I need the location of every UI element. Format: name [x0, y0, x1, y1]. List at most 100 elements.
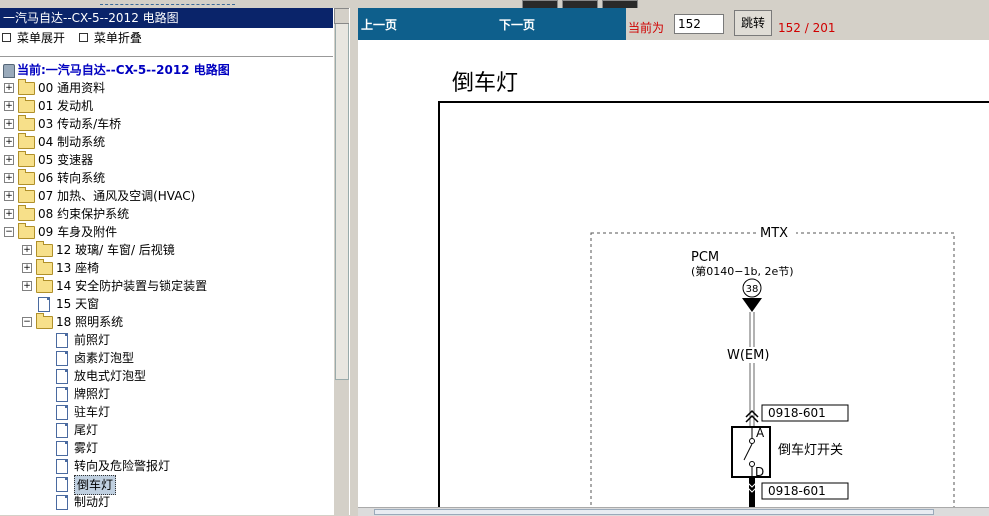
- tree-item-label: 放电式灯泡型: [74, 369, 147, 383]
- tree-page-item[interactable]: 牌照灯: [0, 385, 330, 403]
- tree-page-item[interactable]: 雾灯: [0, 439, 330, 457]
- top-strip: [0, 0, 989, 9]
- tree-folder-item[interactable]: +08 约束保护系统: [0, 205, 330, 223]
- folder-icon: [18, 97, 35, 113]
- horizontal-scroll-thumb[interactable]: [374, 509, 934, 515]
- folder-icon: [18, 115, 35, 131]
- tree-item-label: 00 通用资料: [38, 81, 106, 95]
- tree-folder-item[interactable]: +05 变速器: [0, 151, 330, 169]
- tree-page-item[interactable]: 放电式灯泡型: [0, 367, 330, 385]
- tree-folder-item[interactable]: +13 座椅: [0, 259, 330, 277]
- menu-expand[interactable]: 菜单展开: [2, 31, 65, 45]
- tree-page-item[interactable]: 转向及危险警报灯: [0, 457, 330, 475]
- tree-folder-item[interactable]: +04 制动系统: [0, 133, 330, 151]
- tree-toggle-icon[interactable]: +: [4, 173, 14, 183]
- tree-toggle-icon[interactable]: +: [4, 83, 14, 93]
- tree-folder-item[interactable]: +03 传动系/车桥: [0, 115, 330, 133]
- tree-page-item[interactable]: 尾灯: [0, 421, 330, 439]
- top-link-line: [100, 4, 235, 6]
- document-icon: [56, 459, 68, 474]
- tree-toggle-icon[interactable]: +: [22, 281, 32, 291]
- tree-toggle-icon[interactable]: +: [4, 101, 14, 111]
- tree-folder-item[interactable]: +07 加热、通风及空调(HVAC): [0, 187, 330, 205]
- tree-item-label: 08 约束保护系统: [38, 207, 130, 221]
- left-scroll-thumb[interactable]: [335, 18, 349, 380]
- page-number-input[interactable]: 152: [674, 14, 724, 34]
- tree-page-item[interactable]: 卤素灯泡型: [0, 349, 330, 367]
- menu-collapse[interactable]: 菜单折叠: [78, 31, 142, 45]
- tree-toggle-icon[interactable]: +: [22, 263, 32, 273]
- tree-item-label: 07 加热、通风及空调(HVAC): [38, 189, 196, 203]
- scroll-up-arrow-icon[interactable]: [334, 8, 350, 24]
- connector-code-2: 0918-601: [768, 484, 826, 498]
- tree-folder-item[interactable]: − 09 车身及附件: [0, 223, 330, 241]
- pin-arrow: [742, 298, 762, 312]
- switch-contact-a: [749, 438, 755, 444]
- folder-icon: [18, 79, 35, 95]
- current-page-label: 当前为: [628, 21, 665, 35]
- tree-folder-item[interactable]: +14 安全防护装置与锁定装置: [0, 277, 330, 295]
- tree-folder-item[interactable]: +12 玻璃/ 车窗/ 后视镜: [0, 241, 330, 259]
- folder-icon: [36, 241, 53, 257]
- tree-page-item[interactable]: 15 天窗: [0, 295, 330, 313]
- switch-d-label: D: [755, 465, 764, 479]
- left-panel: 一汽马自达--CX-5--2012 电路图 菜单展开 菜单折叠 当前:一汽马自达…: [0, 8, 334, 515]
- tree-toggle-icon[interactable]: +: [4, 209, 14, 219]
- tree-item-label: 前照灯: [74, 333, 111, 347]
- next-page-link[interactable]: 下一页: [499, 16, 535, 33]
- tree-item-label: 04 制动系统: [38, 135, 106, 149]
- tree-item-label: 15 天窗: [56, 297, 100, 311]
- tree-toggle-icon[interactable]: −: [4, 227, 14, 237]
- tree-folder-item[interactable]: − 18 照明系统: [0, 313, 330, 331]
- document-icon: [56, 387, 68, 402]
- tree-page-item[interactable]: 制动灯: [0, 493, 330, 511]
- folder-icon: [18, 169, 35, 185]
- document-icon: [56, 369, 68, 384]
- pcm-ref: (第0140−1b, 2e节): [691, 264, 794, 278]
- tree-page-item[interactable]: 驻车灯: [0, 403, 330, 421]
- tree-toggle-icon[interactable]: +: [4, 119, 14, 129]
- menu-divider: [0, 56, 333, 57]
- tree-toggle-icon[interactable]: +: [4, 191, 14, 201]
- tree-item-label: 12 玻璃/ 车窗/ 后视镜: [56, 243, 175, 257]
- panel-title: 一汽马自达--CX-5--2012 电路图: [0, 8, 333, 28]
- folder-icon: [18, 223, 35, 239]
- document-icon: [56, 441, 68, 456]
- switch-name: 倒车灯开关: [778, 442, 843, 458]
- document-icon: [38, 297, 50, 312]
- prev-page-link[interactable]: 上一页: [361, 16, 397, 33]
- jump-button[interactable]: 跳转: [734, 10, 772, 36]
- switch-a-label: A: [756, 426, 765, 440]
- tree-page-item[interactable]: 前照灯: [0, 331, 330, 349]
- tree-item-label: 制动灯: [74, 495, 111, 509]
- document-icon: [56, 495, 68, 510]
- tree-toggle-icon[interactable]: +: [22, 245, 32, 255]
- tree-page-item[interactable]: 倒车灯: [0, 475, 330, 495]
- switch-contact-d: [749, 461, 755, 467]
- tree-current-label: 当前:一汽马自达--CX-5--2012 电路图: [17, 63, 230, 77]
- diagram-title: 倒车灯: [452, 71, 518, 96]
- menu-bar: 菜单展开 菜单折叠: [0, 28, 333, 48]
- tree-toggle-icon[interactable]: +: [4, 137, 14, 147]
- document-icon: [56, 351, 68, 366]
- diagram-area: 倒车灯 MTX PCM (第0140−1b, 2e节) 38 W(EM) 091…: [358, 40, 989, 507]
- tree-item-label: 卤素灯泡型: [74, 351, 135, 365]
- document-icon: [56, 405, 68, 420]
- mtx-label: MTX: [760, 226, 788, 241]
- tree-folder-item[interactable]: +00 通用资料: [0, 79, 330, 97]
- tree-folder-item[interactable]: +06 转向系统: [0, 169, 330, 187]
- tree-folder-item[interactable]: +01 发动机: [0, 97, 330, 115]
- left-scrollbar[interactable]: [333, 8, 350, 515]
- tree-toggle-icon[interactable]: −: [22, 317, 32, 327]
- tree-item-label: 驻车灯: [74, 405, 111, 419]
- tree-item-label: 转向及危险警报灯: [74, 459, 171, 473]
- tree-current-path[interactable]: 当前:一汽马自达--CX-5--2012 电路图: [0, 61, 330, 79]
- tree-toggle-icon[interactable]: +: [4, 155, 14, 165]
- tree-item-label: 18 照明系统: [56, 315, 124, 329]
- document-icon: [56, 477, 68, 492]
- wiring-diagram: 倒车灯 MTX PCM (第0140−1b, 2e节) 38 W(EM) 091…: [438, 71, 989, 507]
- document-icon: [56, 423, 68, 438]
- expand-icon: [2, 33, 11, 42]
- tree-item-label: 05 变速器: [38, 153, 94, 167]
- tree-item-label: 倒车灯: [74, 475, 117, 495]
